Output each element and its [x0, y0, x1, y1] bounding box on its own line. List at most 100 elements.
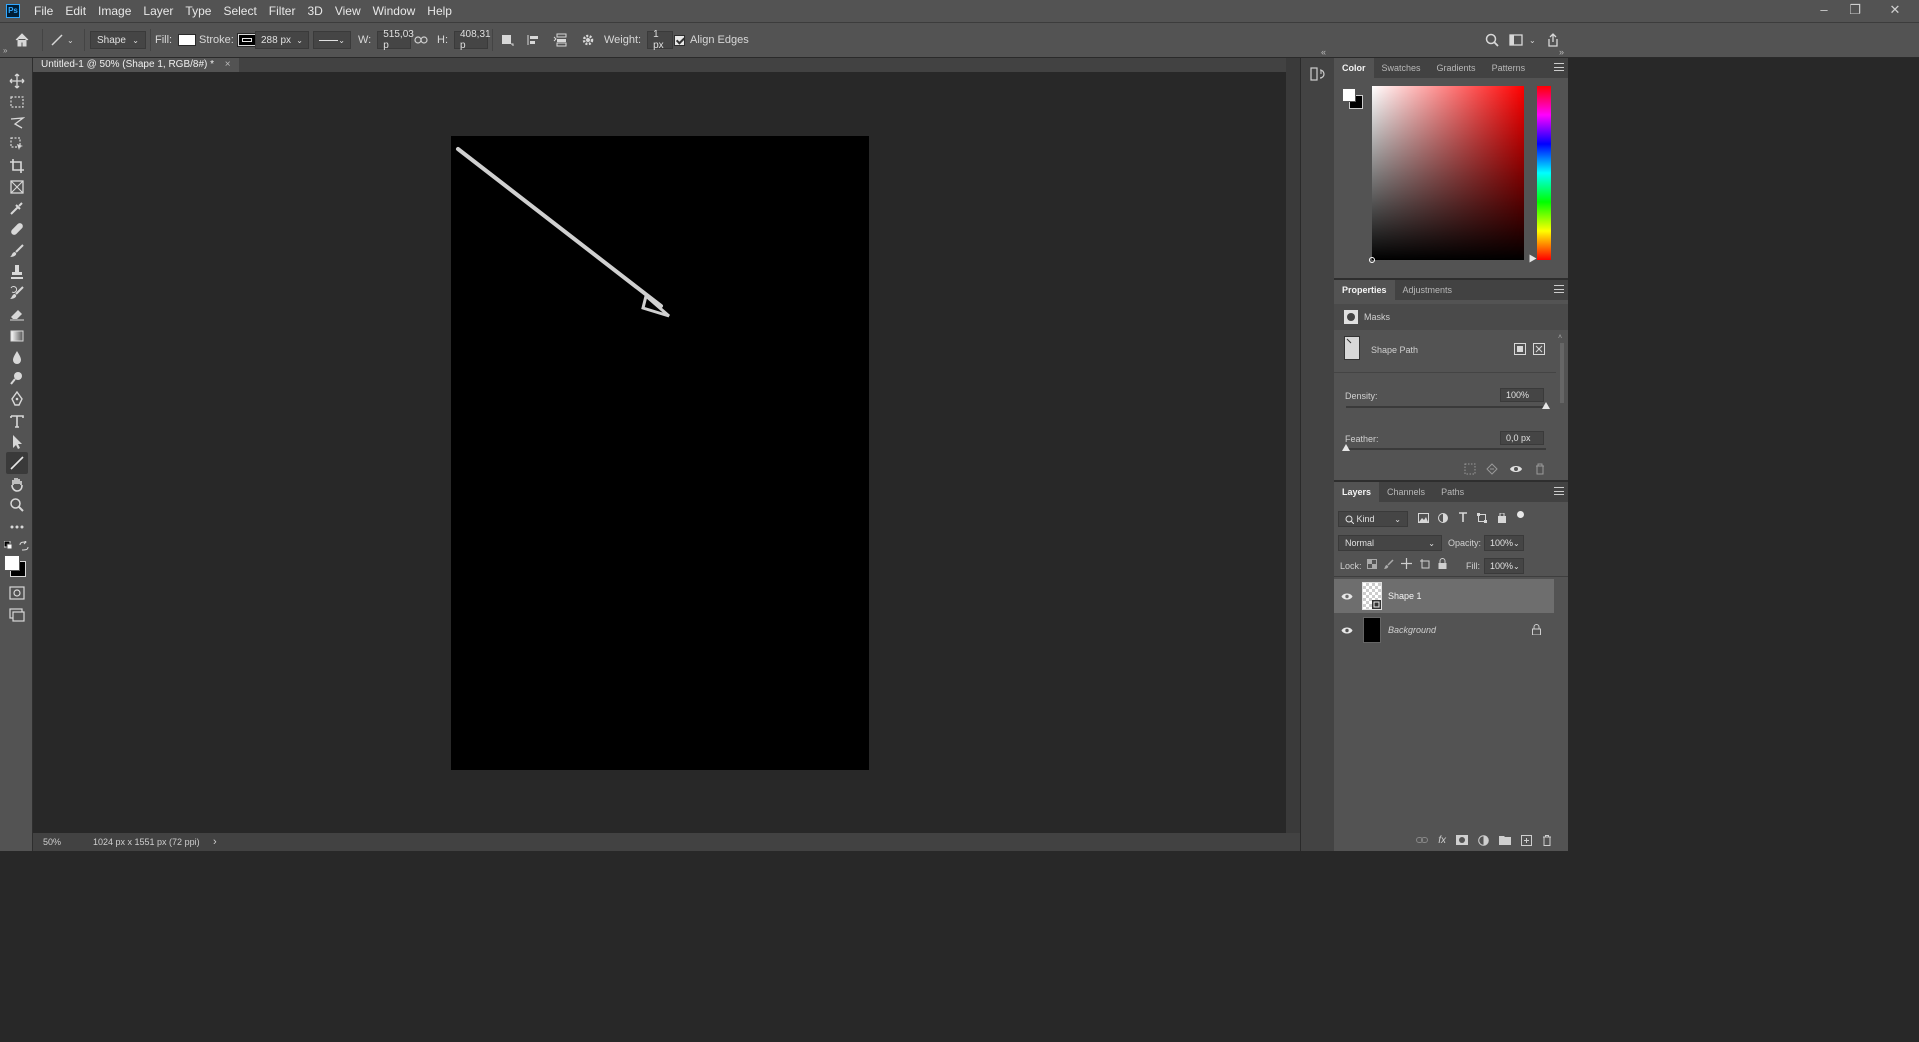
tool-preset-picker[interactable]: ⌄: [50, 23, 74, 57]
minimize-button[interactable]: –: [1809, 0, 1839, 22]
density-slider[interactable]: [1346, 406, 1546, 408]
feather-slider[interactable]: [1346, 448, 1546, 450]
stroke-color-swatch[interactable]: [236, 33, 257, 47]
tab-paths[interactable]: Paths: [1433, 482, 1472, 502]
brush-tool[interactable]: [6, 240, 28, 262]
tool-mode-select[interactable]: Shape ⌄: [90, 31, 146, 49]
menu-select[interactable]: Select: [217, 4, 262, 18]
lock-transparent-pixels-button[interactable]: [1367, 559, 1377, 569]
layer-row-shape-1[interactable]: Shape 1: [1334, 579, 1554, 613]
density-slider-handle[interactable]: [1542, 402, 1550, 409]
fx-icon[interactable]: fx: [1438, 835, 1446, 846]
tab-adjustments[interactable]: Adjustments: [1395, 280, 1461, 300]
clone-stamp-tool[interactable]: [6, 261, 28, 283]
tab-channels[interactable]: Channels: [1379, 482, 1433, 502]
swap-colors-button[interactable]: [19, 541, 29, 551]
layer-name[interactable]: Background: [1388, 625, 1436, 635]
lock-artboard-button[interactable]: [1420, 559, 1430, 569]
zoom-level[interactable]: 50%: [43, 837, 61, 847]
select-path-mask-button[interactable]: [1514, 343, 1526, 355]
stroke-width-field[interactable]: 288 px ⌄: [255, 31, 309, 49]
delete-mask-button[interactable]: [1534, 463, 1546, 475]
quick-mask-button[interactable]: [6, 582, 28, 604]
menu-layer[interactable]: Layer: [137, 4, 179, 18]
apply-mask-button[interactable]: [1486, 463, 1498, 475]
menu-view[interactable]: View: [329, 4, 367, 18]
feather-slider-handle[interactable]: [1342, 444, 1350, 451]
filter-pixel-layers-button[interactable]: [1418, 513, 1429, 523]
link-dimensions-button[interactable]: [414, 23, 428, 57]
menu-filter[interactable]: Filter: [263, 4, 302, 18]
filter-toggle-icon[interactable]: [1517, 511, 1524, 518]
fill-field[interactable]: 100% ⌄: [1484, 558, 1524, 574]
filter-type-layers-button[interactable]: [1458, 512, 1468, 523]
path-arrangement-button[interactable]: [553, 23, 569, 57]
delete-layer-icon[interactable]: [1542, 834, 1552, 846]
density-field[interactable]: 100%: [1500, 388, 1544, 402]
color-panel-menu-icon[interactable]: [1554, 63, 1564, 71]
search-button[interactable]: [1485, 23, 1499, 57]
masks-row[interactable]: Masks: [1334, 304, 1568, 330]
layer-row-background[interactable]: Background: [1334, 613, 1554, 647]
path-selection-tool[interactable]: [6, 431, 28, 453]
tab-gradients[interactable]: Gradients: [1429, 58, 1484, 78]
menu-file[interactable]: File: [28, 4, 59, 18]
frame-tool[interactable]: [6, 176, 28, 198]
new-layer-icon[interactable]: [1521, 834, 1532, 846]
line-tool[interactable]: [6, 452, 28, 474]
lock-all-button[interactable]: [1438, 558, 1447, 569]
weight-field[interactable]: 1 px: [647, 29, 674, 51]
color-picker-field[interactable]: [1369, 86, 1524, 263]
add-path-mask-button[interactable]: [1533, 343, 1545, 355]
status-menu-arrow-icon[interactable]: ›: [213, 836, 217, 848]
hue-slider-handle[interactable]: [1529, 254, 1537, 263]
home-button[interactable]: [14, 23, 30, 57]
share-button[interactable]: [1546, 23, 1560, 57]
layer-visibility-toggle[interactable]: [1334, 626, 1360, 635]
type-tool[interactable]: [6, 410, 28, 432]
layer-visibility-toggle[interactable]: [1334, 592, 1360, 601]
properties-scrollbar[interactable]: ˄: [1558, 334, 1566, 454]
layers-panel-menu-icon[interactable]: [1554, 487, 1564, 495]
color-picker-cursor[interactable]: [1369, 257, 1375, 263]
canvas-vertical-scrollbar[interactable]: [1286, 58, 1300, 833]
arrow-shape[interactable]: [451, 136, 869, 770]
eraser-tool[interactable]: [6, 303, 28, 325]
new-adjustment-layer-icon[interactable]: [1478, 834, 1489, 846]
expand-toolbar-icon[interactable]: »: [3, 46, 7, 55]
collapse-panels-icon[interactable]: «: [1321, 47, 1326, 57]
screen-mode-button[interactable]: [6, 604, 28, 626]
tab-properties[interactable]: Properties: [1334, 280, 1395, 300]
document-tab[interactable]: Untitled-1 @ 50% (Shape 1, RGB/8#) * ×: [33, 58, 239, 72]
blur-tool[interactable]: [6, 346, 28, 368]
move-tool[interactable]: [6, 70, 28, 92]
geometry-settings-button[interactable]: [581, 23, 595, 57]
gradient-tool[interactable]: [6, 325, 28, 347]
menu-edit[interactable]: Edit: [59, 4, 92, 18]
menu-help[interactable]: Help: [421, 4, 458, 18]
restore-button[interactable]: ❐: [1840, 0, 1870, 22]
eyedropper-tool[interactable]: [6, 197, 28, 219]
history-panel-button[interactable]: [1310, 66, 1326, 82]
height-field[interactable]: 408,31 р: [454, 29, 491, 51]
menu-type[interactable]: Type: [179, 4, 217, 18]
workspace-switcher[interactable]: ⌄: [1509, 23, 1536, 57]
feather-field[interactable]: 0,0 px: [1500, 431, 1544, 445]
foreground-color-swatch[interactable]: [4, 555, 20, 571]
tab-color[interactable]: Color: [1334, 58, 1374, 78]
hue-slider[interactable]: [1537, 86, 1551, 260]
lasso-tool[interactable]: [6, 112, 28, 134]
zoom-tool[interactable]: [6, 494, 28, 516]
close-window-button[interactable]: ✕: [1880, 0, 1910, 22]
add-mask-icon[interactable]: [1456, 835, 1468, 845]
layer-filter-select[interactable]: Kind ⌄: [1338, 511, 1408, 527]
canvas-workspace[interactable]: [33, 72, 1286, 833]
lock-position-button[interactable]: [1401, 558, 1412, 569]
healing-brush-tool[interactable]: [6, 218, 28, 240]
blend-mode-select[interactable]: Normal ⌄: [1338, 535, 1442, 551]
properties-panel-menu-icon[interactable]: [1554, 285, 1564, 293]
edit-toolbar-button[interactable]: [6, 516, 28, 538]
width-field[interactable]: 515,03 р: [377, 29, 414, 51]
pen-tool[interactable]: [6, 388, 28, 410]
tab-swatches[interactable]: Swatches: [1374, 58, 1429, 78]
